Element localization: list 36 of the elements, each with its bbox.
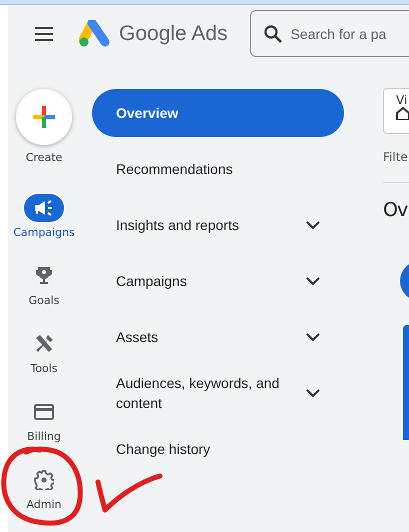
- tools-icon: [34, 334, 54, 354]
- rail-label: Goals: [28, 294, 60, 307]
- app-name: Google Ads: [119, 22, 228, 46]
- rail-label: Create: [26, 151, 62, 164]
- rail-label: Tools: [30, 362, 58, 375]
- menu-icon[interactable]: [35, 26, 53, 40]
- nav-item[interactable]: Campaigns: [92, 253, 344, 309]
- create-button[interactable]: [16, 89, 72, 145]
- view-card[interactable]: Vi: [383, 88, 409, 134]
- nav-item[interactable]: Audiences, keywords, and content: [92, 365, 344, 421]
- rail-item[interactable]: Admin: [24, 466, 64, 532]
- rail-item[interactable]: Campaigns: [13, 194, 75, 262]
- rail-item[interactable]: Tools: [24, 330, 64, 398]
- trophy-icon: [35, 266, 53, 286]
- checkmark-annotation: [95, 472, 163, 514]
- nav-item[interactable]: Assets: [92, 309, 344, 365]
- page-heading: Ov: [383, 199, 409, 221]
- plus-icon: [33, 106, 55, 128]
- nav-item[interactable]: Insights and reports: [92, 197, 344, 253]
- megaphone-icon: [34, 200, 54, 216]
- rail-item[interactable]: Goals: [24, 262, 64, 330]
- search-input[interactable]: Search for a pa: [290, 26, 401, 42]
- filter-label: Filte: [383, 150, 409, 164]
- home-icon: [396, 107, 409, 120]
- nav-item[interactable]: Recommendations: [92, 141, 344, 197]
- nav-item[interactable]: Change history: [92, 421, 344, 477]
- credit-card-icon: [34, 404, 54, 420]
- rail-label: Billing: [27, 430, 61, 443]
- settings-icon: [34, 470, 54, 490]
- rail-label: Campaigns: [13, 226, 75, 239]
- search-field[interactable]: Search for a pa: [250, 10, 409, 57]
- nav-item[interactable]: Overview: [92, 89, 344, 137]
- logo-icon: [79, 20, 111, 48]
- rail-item[interactable]: Billing: [24, 398, 64, 466]
- rail-label: Admin: [26, 498, 62, 511]
- search-icon: [264, 24, 282, 42]
